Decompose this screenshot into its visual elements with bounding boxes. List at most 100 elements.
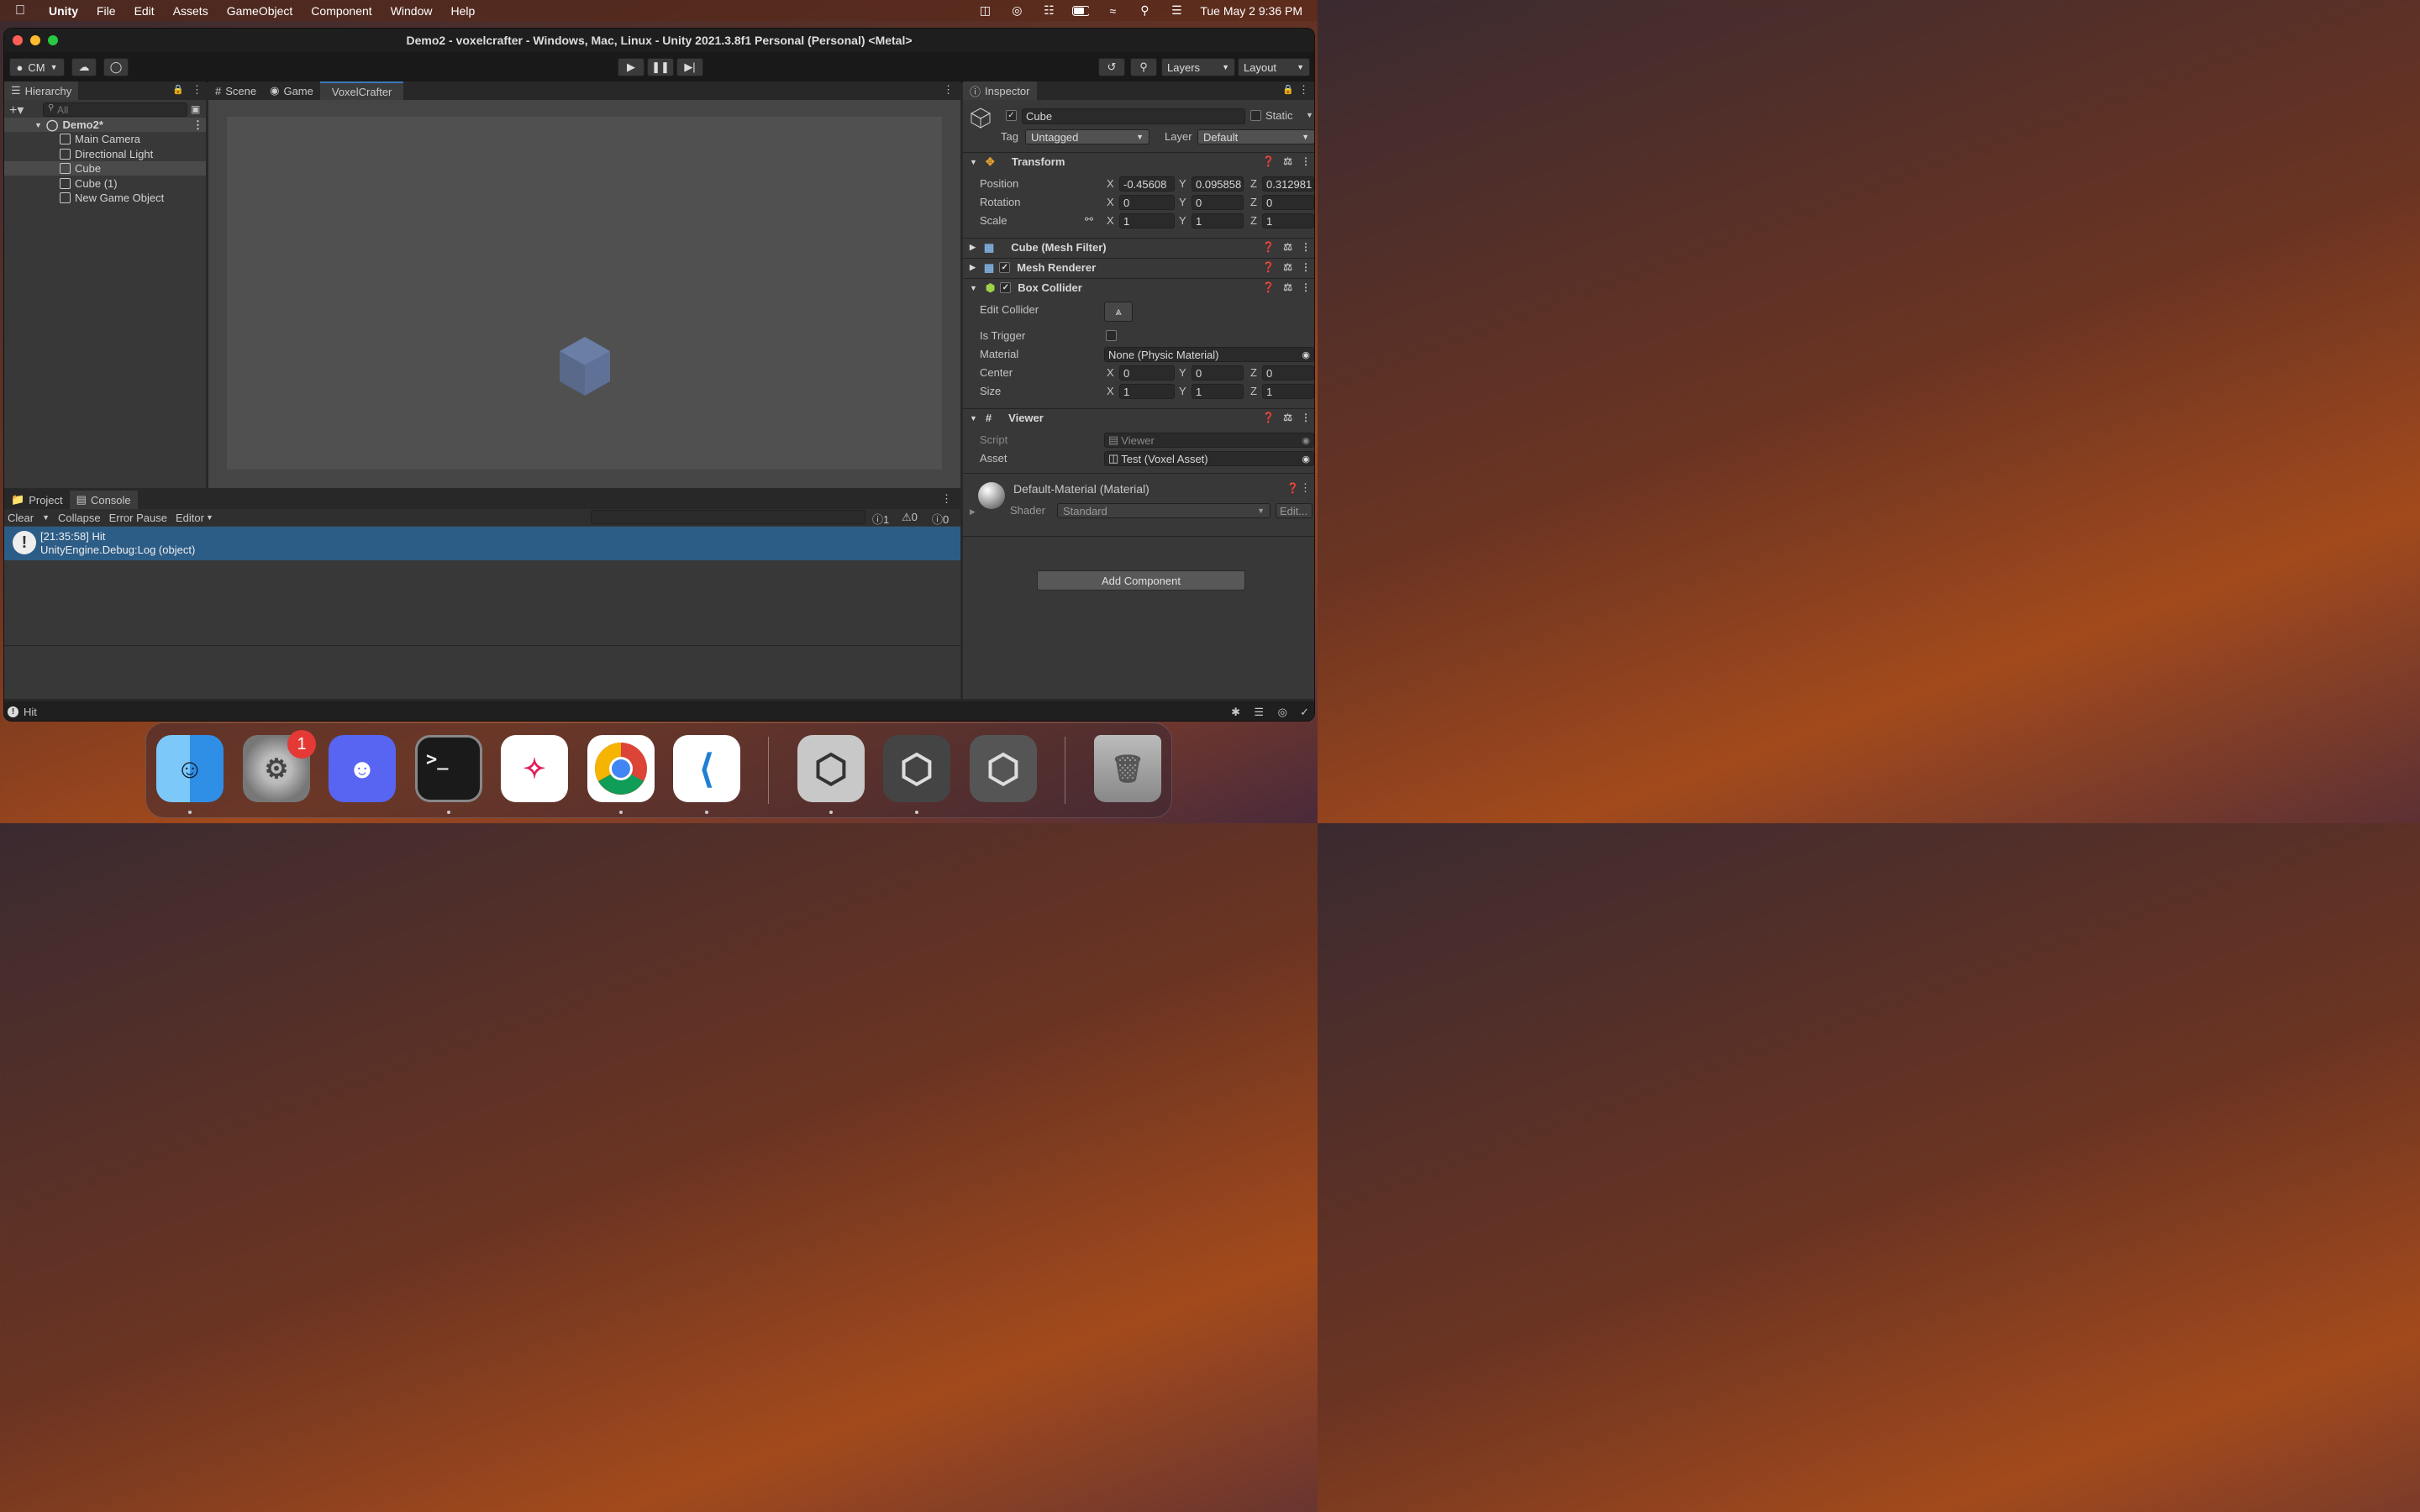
menu-help[interactable]: Help	[450, 4, 475, 18]
lock-icon[interactable]: 🔒	[172, 84, 184, 95]
kebab-menu-icon[interactable]: ⋮	[1301, 412, 1311, 423]
box-collider-header[interactable]: ▼ ⬢ ✓ Box Collider ❓ ⚖ ⋮	[963, 278, 1314, 297]
menu-file[interactable]: File	[97, 4, 116, 18]
keyboard-icon[interactable]: ☷	[1040, 3, 1057, 18]
chevron-down-icon[interactable]: ▼	[42, 513, 50, 522]
hierarchy-item-new-game-object[interactable]: New Game Object	[60, 191, 164, 205]
menubar-clock[interactable]: Tue May 2 9:36 PM	[1200, 4, 1302, 18]
foldout-arrow-icon[interactable]: ▼	[970, 284, 977, 292]
object-picker-icon[interactable]: ◉	[1302, 349, 1310, 360]
presets-icon[interactable]: ⚖	[1283, 241, 1292, 253]
terminal-icon[interactable]: >_	[415, 735, 482, 802]
network-icon[interactable]: ◎	[1278, 706, 1287, 719]
warning-count-toggle[interactable]: ⚠0	[902, 511, 918, 524]
asset-field[interactable]: ◫ Test (Voxel Asset) ◉	[1104, 451, 1314, 466]
zoom-window-button[interactable]	[48, 35, 58, 45]
tab-voxelcrafter[interactable]: VoxelCrafter	[319, 81, 404, 100]
battery-icon[interactable]	[1072, 4, 1090, 18]
help-icon[interactable]: ❓	[1262, 412, 1275, 423]
foldout-arrow-icon[interactable]: ▶	[970, 263, 976, 272]
add-component-button[interactable]: Add Component	[1037, 570, 1245, 591]
control-center-icon[interactable]: ☰	[1168, 3, 1185, 18]
center-z-field[interactable]: 0	[1262, 365, 1314, 381]
vscode-icon[interactable]: ⟨	[673, 735, 740, 802]
unity-icon[interactable]: ⬡	[883, 735, 950, 802]
rotation-y-field[interactable]: 0	[1192, 195, 1244, 210]
hierarchy-item-main-camera[interactable]: Main Camera	[60, 132, 140, 146]
tab-console[interactable]: ▤ Console	[69, 491, 138, 509]
error-pause-button[interactable]: Error Pause	[109, 512, 167, 524]
hierarchy-item-directional-light[interactable]: Directional Light	[60, 147, 153, 161]
menu-app-unity[interactable]: Unity	[49, 4, 78, 18]
kebab-menu-icon[interactable]: ⋮	[1301, 241, 1311, 253]
add-object-button[interactable]: +▾	[9, 102, 24, 118]
layout-dropdown[interactable]: Layout ▼	[1238, 58, 1310, 76]
scene-search-icon[interactable]: ▣	[191, 103, 200, 115]
layer-dropdown[interactable]: Default ▼	[1197, 129, 1314, 144]
kebab-menu-icon[interactable]: ⋮	[1300, 481, 1311, 495]
unity-icon[interactable]: ⬡	[797, 735, 865, 802]
center-x-field[interactable]: 0	[1119, 365, 1175, 381]
slack-icon[interactable]: ✧	[501, 735, 568, 802]
error-count-toggle[interactable]: ⓘ1	[872, 511, 889, 527]
layers-dropdown[interactable]: Layers ▼	[1161, 58, 1235, 76]
account-dropdown[interactable]: ● CM ▼	[9, 58, 65, 76]
menu-component[interactable]: Component	[311, 4, 371, 18]
material-name[interactable]: Default-Material (Material)	[1013, 482, 1150, 496]
transform-header[interactable]: ▼ ✥ Transform ❓ ⚖ ⋮	[963, 152, 1314, 171]
hierarchy-item-cube-1[interactable]: Cube (1)	[60, 176, 118, 191]
edit-collider-button[interactable]: ⩓	[1104, 302, 1133, 322]
scale-x-field[interactable]: 1	[1119, 213, 1175, 228]
progress-check-icon[interactable]: ✓	[1300, 706, 1309, 719]
minimize-window-button[interactable]	[30, 35, 40, 45]
kebab-menu-icon[interactable]: ⋮	[1298, 83, 1309, 97]
tab-hierarchy[interactable]: ☰ Hierarchy	[4, 81, 79, 100]
kebab-menu-icon[interactable]: ⋮	[1301, 281, 1311, 293]
active-checkbox[interactable]: ✓	[1006, 110, 1017, 121]
discord-icon[interactable]: ☻	[329, 735, 396, 802]
rotation-x-field[interactable]: 0	[1119, 195, 1175, 210]
position-z-field[interactable]: 0.312981	[1262, 176, 1314, 192]
help-icon[interactable]: ❓	[1262, 155, 1275, 167]
position-y-field[interactable]: 0.095858	[1192, 176, 1244, 192]
physic-material-field[interactable]: None (Physic Material) ◉	[1104, 347, 1314, 362]
static-checkbox[interactable]	[1250, 110, 1261, 121]
constrain-proportions-icon[interactable]: ⚯	[1085, 213, 1093, 225]
mesh-filter-header[interactable]: ▶ ▦ Cube (Mesh Filter) ❓ ⚖ ⋮	[963, 238, 1314, 256]
mesh-renderer-header[interactable]: ▶ ▦ ✓ Mesh Renderer ❓ ⚖ ⋮	[963, 258, 1314, 276]
kebab-menu-icon[interactable]: ⋮	[1301, 155, 1311, 167]
help-icon[interactable]: ❓	[1262, 241, 1275, 253]
menu-assets[interactable]: Assets	[173, 4, 208, 18]
debug-icon[interactable]: ✱	[1231, 706, 1240, 719]
scale-z-field[interactable]: 1	[1262, 213, 1314, 228]
kebab-menu-icon[interactable]: ⋮	[192, 83, 203, 97]
hierarchy-search-input[interactable]	[43, 102, 187, 117]
console-log-entry[interactable]: ! [21:35:58] Hit UnityEngine.Debug:Log (…	[4, 527, 960, 560]
viewer-header[interactable]: ▼ # Viewer ❓ ⚖ ⋮	[963, 408, 1314, 427]
creative-cloud-icon[interactable]: ◎	[1008, 3, 1025, 18]
mesh-renderer-enabled-checkbox[interactable]: ✓	[999, 262, 1011, 273]
voxelcrafter-viewport[interactable]	[227, 117, 942, 470]
tab-game[interactable]: ◉ Game	[263, 81, 320, 100]
collapse-button[interactable]: Collapse	[58, 512, 101, 524]
is-trigger-checkbox[interactable]	[1106, 330, 1117, 341]
tab-inspector[interactable]: ⓘ Inspector	[963, 81, 1037, 100]
tab-scene[interactable]: # Scene	[208, 81, 263, 100]
foldout-arrow-icon[interactable]: ▶	[970, 243, 976, 252]
shader-dropdown[interactable]: Standard ▼	[1057, 503, 1270, 518]
hierarchy-scene-row[interactable]: ▼ ◯ Demo2* ⋮	[4, 118, 206, 132]
hierarchy-item-cube[interactable]: Cube	[4, 161, 206, 176]
foldout-arrow-icon[interactable]: ▶	[970, 507, 976, 517]
chevron-down-icon[interactable]: ▼	[206, 513, 213, 522]
menu-window[interactable]: Window	[391, 4, 433, 18]
kebab-menu-icon[interactable]: ⋮	[943, 83, 954, 97]
help-icon[interactable]: ❓	[1262, 281, 1275, 293]
finder-icon[interactable]: ☺	[156, 735, 224, 802]
cloud-button[interactable]: ☁	[71, 58, 97, 76]
chrome-icon[interactable]	[587, 735, 655, 802]
editor-dropdown[interactable]: Editor	[176, 512, 204, 524]
kebab-menu-icon[interactable]: ⋮	[941, 492, 952, 506]
cache-icon[interactable]: ☰	[1254, 706, 1264, 719]
foldout-arrow-icon[interactable]: ▼	[970, 158, 977, 166]
presets-icon[interactable]: ⚖	[1283, 261, 1292, 273]
